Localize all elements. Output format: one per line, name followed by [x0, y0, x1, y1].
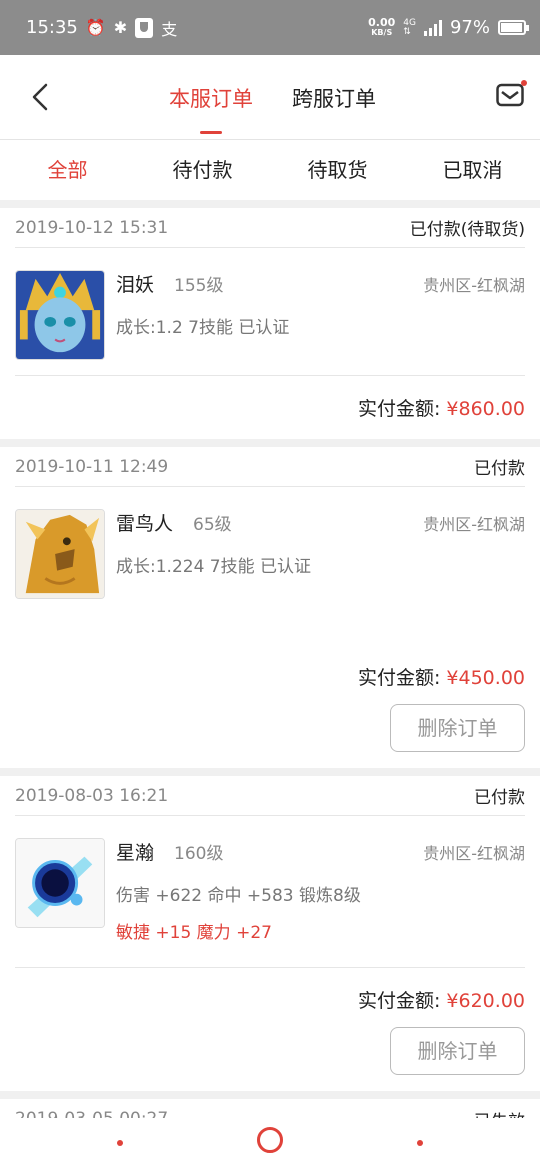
signal-icon — [423, 19, 442, 36]
alarm-icon: ⏰ — [85, 18, 106, 37]
filter-cancelled[interactable]: 已取消 — [405, 140, 540, 200]
order-filter-tabs: 全部 待付款 待取货 已取消 — [0, 140, 540, 200]
item-attributes: 伤害 +622 命中 +583 锻炼8级 — [116, 886, 361, 906]
orb-weapon-icon — [16, 839, 104, 927]
mail-icon[interactable] — [496, 83, 524, 107]
order-status: 已付款 — [474, 788, 525, 808]
pet-portrait-icon — [16, 510, 104, 598]
item-name: 星瀚 — [116, 842, 155, 864]
status-bar: 15:35 ⏰ ✱ 支 0.00 KB/S 4G ⇅ 97% — [0, 0, 540, 55]
order-total: 实付金额: ¥620.00 — [357, 990, 525, 1012]
battery-percent: 97% — [449, 17, 490, 38]
pet-name: 泪妖 — [116, 274, 155, 296]
delete-order-button[interactable]: 删除订单 — [390, 1027, 525, 1075]
server-name: 贵州区-红枫湖 — [423, 844, 525, 863]
order-status: 已付款 — [474, 459, 525, 479]
battery-icon — [498, 20, 529, 35]
screen: 15:35 ⏰ ✱ 支 0.00 KB/S 4G ⇅ 97% 本服订单 跨服订单… — [0, 0, 540, 1170]
order-total: 实付金额: ¥450.00 — [357, 667, 525, 689]
nav-recent-dot[interactable] — [417, 1140, 423, 1146]
tab-local-orders[interactable]: 本服订单 — [169, 83, 253, 113]
order-item[interactable]: 雷鸟人 65级 贵州区-红枫湖 成长:1.224 7技能 已认证 — [15, 487, 525, 663]
order-date: 2019-10-11 12:49 — [15, 456, 169, 477]
nav-back-dot[interactable] — [117, 1140, 123, 1146]
filter-pending-pickup[interactable]: 待取货 — [270, 140, 405, 200]
order-card[interactable]: 2019-10-11 12:49 已付款 雷鸟人 65级 贵州区-红枫湖 成长:… — [0, 447, 540, 768]
nav-home-circle[interactable] — [257, 1127, 283, 1153]
item-image — [15, 838, 105, 928]
item-bonus-attributes: 敏捷 +15 魔力 +27 — [116, 923, 272, 943]
order-status: 已付款(待取货) — [409, 220, 525, 240]
shield-icon — [135, 17, 154, 38]
tab-cross-server-orders[interactable]: 跨服订单 — [292, 83, 376, 113]
order-card[interactable]: 2019-08-03 16:21 已付款 星瀚 160级 贵州区-红枫湖 伤害 … — [0, 776, 540, 1091]
unread-dot — [521, 80, 527, 86]
order-price: ¥620.00 — [446, 990, 525, 1012]
order-item[interactable]: 泪妖 155级 贵州区-红枫湖 成长:1.2 7技能 已认证 — [15, 248, 525, 376]
pet-portrait-icon — [16, 271, 104, 359]
alipay-icon: 支 — [161, 19, 178, 39]
order-price: ¥860.00 — [446, 398, 525, 420]
item-level: 160级 — [174, 844, 224, 864]
status-time: 15:35 — [26, 17, 78, 38]
network-speed: 0.00 KB/S — [368, 15, 396, 37]
pet-attributes: 成长:1.224 7技能 已认证 — [116, 557, 312, 577]
order-list: 2019-10-12 15:31 已付款(待取货) 泪妖 155级 贵州区-红枫… — [0, 208, 540, 1147]
order-date: 2019-10-12 15:31 — [15, 217, 169, 238]
active-tab-indicator — [200, 131, 222, 134]
server-name: 贵州区-红枫湖 — [423, 276, 525, 295]
order-item[interactable]: 星瀚 160级 贵州区-红枫湖 伤害 +622 命中 +583 锻炼8级 敏捷 … — [15, 816, 525, 968]
filter-all[interactable]: 全部 — [0, 140, 135, 200]
pet-attributes: 成长:1.2 7技能 已认证 — [116, 318, 290, 338]
order-card[interactable]: 2019-10-12 15:31 已付款(待取货) 泪妖 155级 贵州区-红枫… — [0, 208, 540, 439]
order-header: 2019-08-03 16:21 已付款 — [15, 776, 525, 816]
pet-level: 155级 — [174, 276, 224, 296]
header: 本服订单 跨服订单 — [0, 55, 540, 140]
pet-avatar — [15, 509, 105, 599]
delete-order-button[interactable]: 删除订单 — [390, 704, 525, 752]
back-arrow-icon[interactable] — [26, 79, 54, 115]
pet-level: 65级 — [193, 515, 232, 535]
bottom-nav — [0, 1118, 540, 1170]
pet-avatar — [15, 270, 105, 360]
bluetooth-icon: ✱ — [113, 18, 128, 37]
pet-name: 雷鸟人 — [116, 513, 174, 535]
order-price: ¥450.00 — [446, 667, 525, 689]
order-total: 实付金额: ¥860.00 — [357, 398, 525, 420]
filter-pending-payment[interactable]: 待付款 — [135, 140, 270, 200]
order-header: 2019-10-11 12:49 已付款 — [15, 447, 525, 487]
network-type: 4G ⇅ — [403, 17, 416, 37]
server-name: 贵州区-红枫湖 — [423, 515, 525, 534]
order-date: 2019-08-03 16:21 — [15, 785, 169, 806]
order-header: 2019-10-12 15:31 已付款(待取货) — [15, 208, 525, 248]
